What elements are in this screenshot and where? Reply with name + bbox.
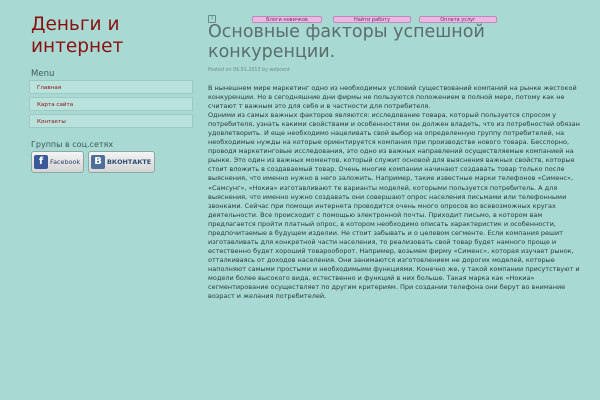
site-title[interactable]: Деньги и интернет [31,14,191,58]
social-groups-title: Группы в соц.сетях [31,140,114,149]
post-paragraph: В нынешнем мире маркетинг одно из необхо… [208,84,577,111]
vk-icon: B [91,155,106,169]
menu-item-contacts[interactable]: Контакты [29,114,193,128]
social-buttons: f Facebook B ВКОНТАКТЕ [31,151,156,173]
post-title[interactable]: Основные факторы успешной конкуренции. [208,22,588,62]
menu-item-sitemap[interactable]: Карта сайта [29,97,193,111]
vk-label: ВКОНТАКТЕ [107,158,152,166]
vk-button[interactable]: B ВКОНТАКТЕ [88,151,156,173]
sidebar-menu: Главная Карта сайта Контакты [29,80,193,131]
post-meta: Posted on 06.01.2013 by webcent [208,68,290,73]
facebook-button[interactable]: f Facebook [31,151,85,173]
post-body: В нынешнем мире маркетинг одно из необхо… [208,84,590,301]
facebook-label: Facebook [50,158,81,166]
post-paragraph: Одними из самых важных факторов являются… [208,111,580,301]
facebook-icon: f [34,155,48,169]
menu-title: Menu [31,69,55,79]
menu-item-home[interactable]: Главная [29,80,193,94]
